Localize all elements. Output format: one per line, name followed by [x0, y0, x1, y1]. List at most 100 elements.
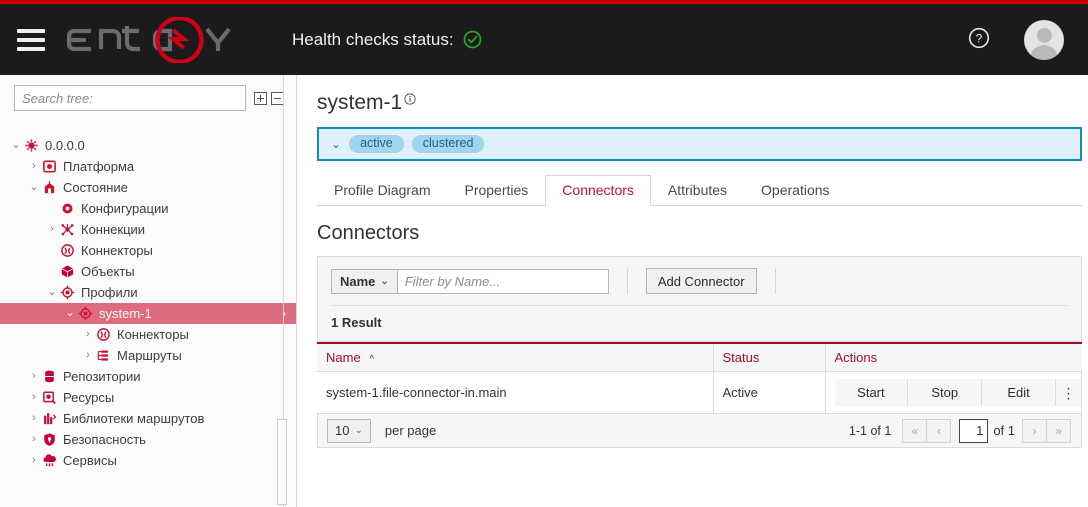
- chevron-down-icon[interactable]: ⌄: [331, 137, 341, 151]
- chevron-down-icon[interactable]: ⌄: [64, 308, 76, 319]
- page-title: system-1: [317, 91, 1088, 115]
- prev-page-button[interactable]: ‹: [926, 418, 952, 443]
- page-number-input[interactable]: [959, 418, 989, 443]
- tree-item-коннекции[interactable]: › Коннекции: [0, 219, 296, 240]
- per-page-select[interactable]: 10 ⌄: [327, 418, 371, 443]
- pagination: 1-1 of 1 « ‹ of 1 › »: [849, 418, 1071, 443]
- tree-item-коннекторы[interactable]: › Коннекторы: [0, 324, 296, 345]
- routes-icon: [94, 348, 113, 363]
- chevron-right-icon[interactable]: ›: [82, 350, 94, 361]
- route-libraries-icon: [40, 411, 59, 426]
- stop-button[interactable]: Stop: [908, 379, 983, 406]
- edit-button[interactable]: Edit: [982, 379, 1056, 406]
- column-header-name-label: Name: [326, 350, 361, 365]
- next-page-button[interactable]: ›: [1022, 418, 1047, 443]
- sidebar-scrollbar-track[interactable]: [277, 75, 290, 507]
- search-tree-input[interactable]: [14, 85, 246, 111]
- expand-all-icon[interactable]: [254, 91, 267, 105]
- tree-item-label: Коннекторы: [81, 243, 153, 258]
- tree-item-сервисы[interactable]: › Сервисы: [0, 450, 296, 471]
- entaxy-logo[interactable]: [67, 16, 237, 63]
- tree-item-label: Библиотеки маршрутов: [63, 411, 205, 426]
- tree-item-label: Коннекции: [81, 222, 146, 237]
- tab-attributes[interactable]: Attributes: [651, 175, 744, 206]
- connectors-toolbar-panel: Name ⌄ Add Connector 1 Result: [317, 256, 1082, 342]
- tree-item-маршруты[interactable]: › Маршруты: [0, 345, 296, 366]
- per-page-label: per page: [384, 423, 437, 438]
- avatar[interactable]: [1024, 19, 1064, 60]
- tab-properties[interactable]: Properties: [447, 175, 545, 206]
- cell-name: system-1.file-connector-in.main: [317, 371, 714, 414]
- tree-item-конфигурации[interactable]: Конфигурации: [0, 198, 296, 219]
- chevron-right-icon[interactable]: ›: [28, 161, 40, 172]
- last-page-button[interactable]: »: [1046, 418, 1071, 443]
- chevron-right-icon[interactable]: ›: [28, 455, 40, 466]
- tree-item-безопасность[interactable]: › Безопасность: [0, 429, 296, 450]
- tree-item-system-1[interactable]: ⌄ system-1 ›: [0, 303, 296, 324]
- first-page-button[interactable]: «: [902, 418, 928, 443]
- tree-item-объекты[interactable]: Объекты: [0, 261, 296, 282]
- tree-item-label: Объекты: [81, 264, 135, 279]
- check-circle-icon: [463, 30, 482, 49]
- tree-item-0-0-0-0[interactable]: ⌄ 0.0.0.0: [0, 135, 296, 156]
- tree-item-label: Репозитории: [63, 369, 141, 384]
- column-header-name[interactable]: Name ^: [317, 342, 714, 372]
- table-row: system-1.file-connector-in.main Active Sta…: [317, 371, 1082, 414]
- tab-operations[interactable]: Operations: [744, 175, 846, 206]
- kebab-menu-icon[interactable]: ⋮: [1055, 379, 1081, 406]
- toolbar-divider: [774, 268, 776, 294]
- tree-item-платформа[interactable]: › Платформа: [0, 156, 296, 177]
- tree-item-коннекторы[interactable]: Коннекторы: [0, 240, 296, 261]
- tree-item-label: Ресурсы: [63, 390, 115, 405]
- sidebar: ⌄ 0.0.0.0 › Платформа ⌄ Состояние Конфигурации…: [0, 75, 297, 507]
- platform-icon: [40, 159, 59, 174]
- security-icon: [40, 432, 59, 447]
- main-content: system-1 ⌄ active clustered Profile Diag…: [298, 75, 1088, 507]
- tree-item-label: Сервисы: [63, 453, 117, 468]
- chevron-down-icon[interactable]: ⌄: [46, 287, 58, 298]
- chevron-down-icon[interactable]: ⌄: [28, 182, 40, 193]
- profiles-icon: [58, 285, 77, 300]
- add-connector-button[interactable]: Add Connector: [645, 268, 757, 294]
- tree-item-состояние[interactable]: ⌄ Состояние: [0, 177, 296, 198]
- per-page-value: 10: [335, 423, 350, 438]
- top-bar-right: ?: [968, 19, 1064, 60]
- chevron-right-icon[interactable]: ›: [28, 392, 40, 403]
- column-header-actions: Actions: [825, 342, 1082, 372]
- filter-by-name-input[interactable]: [397, 268, 609, 294]
- tab-profile-diagram[interactable]: Profile Diagram: [317, 175, 447, 206]
- health-status-label: Health checks status:: [292, 29, 454, 49]
- chevron-right-icon[interactable]: ›: [28, 371, 40, 382]
- connectors-icon: [94, 327, 113, 342]
- info-circle-icon[interactable]: [404, 91, 416, 105]
- table-header: Name ^ Status Actions: [317, 342, 1082, 372]
- tree-item-профили[interactable]: ⌄ Профили: [0, 282, 296, 303]
- filter-field-select[interactable]: Name ⌄: [331, 268, 398, 294]
- question-circle-icon[interactable]: ?: [968, 27, 990, 52]
- section-title: Connectors: [317, 222, 420, 244]
- services-icon: [40, 453, 59, 468]
- connectors-table: Name ^ Status Actions system-1.file-conn…: [317, 342, 1082, 414]
- status-badge-clustered: clustered: [411, 135, 485, 153]
- tree-item-репозитории[interactable]: › Репозитории: [0, 366, 296, 387]
- column-header-status[interactable]: Status: [713, 342, 826, 372]
- table-body: system-1.file-connector-in.main Active Sta…: [317, 371, 1082, 414]
- node-root-icon: [22, 138, 41, 153]
- tree-item-label: Маршруты: [117, 348, 182, 363]
- start-button[interactable]: Start: [834, 379, 909, 406]
- table-header-row: Name ^ Status Actions: [317, 342, 1082, 372]
- chevron-down-icon[interactable]: ⌄: [10, 140, 22, 151]
- tree-item-библиотеки-маршрутов[interactable]: › Библиотеки маршрутов: [0, 408, 296, 429]
- chevron-right-icon[interactable]: ›: [46, 224, 58, 235]
- connections-icon: [58, 222, 77, 237]
- resources-icon: [40, 390, 59, 405]
- tree-item-ресурсы[interactable]: › Ресурсы: [0, 387, 296, 408]
- chevron-right-icon[interactable]: ›: [28, 413, 40, 424]
- objects-icon: [58, 264, 77, 279]
- tab-bar: Profile Diagram Properties Connectors Attri…: [317, 174, 1082, 206]
- hamburger-icon[interactable]: [17, 28, 45, 51]
- chevron-right-icon[interactable]: ›: [82, 329, 94, 340]
- tab-connectors[interactable]: Connectors: [545, 175, 651, 206]
- sidebar-scrollbar-thumb[interactable]: [277, 419, 287, 505]
- chevron-right-icon[interactable]: ›: [28, 434, 40, 445]
